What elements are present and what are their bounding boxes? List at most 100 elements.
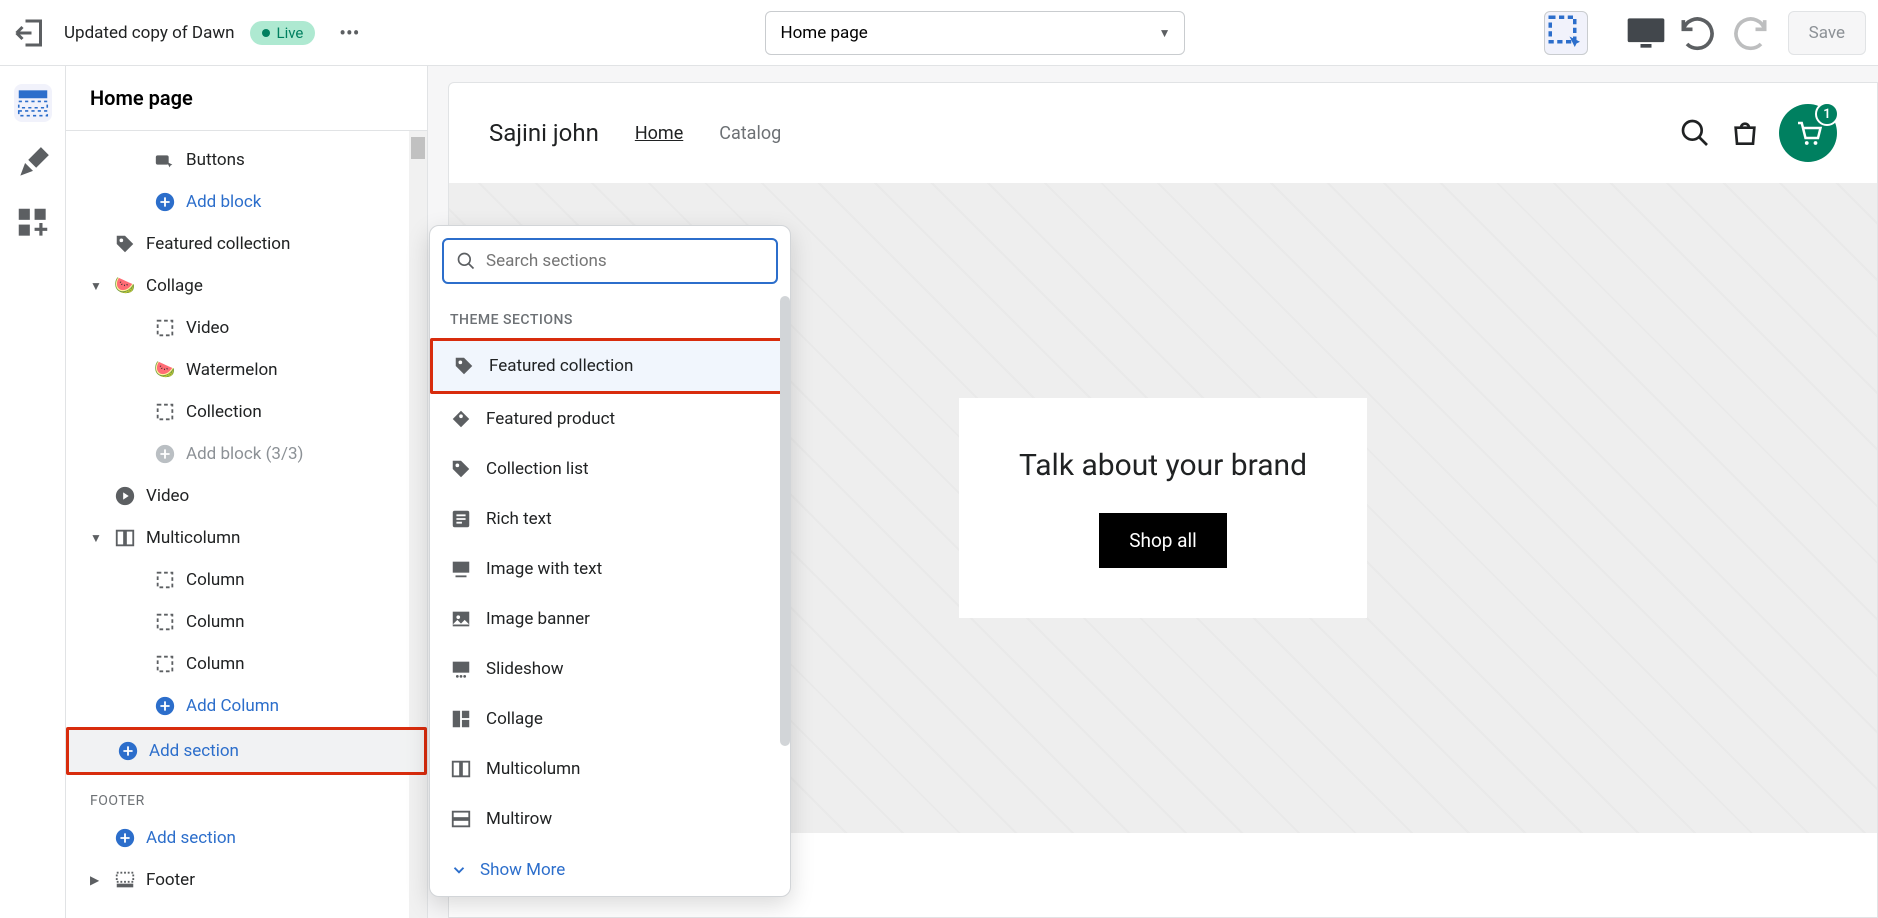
- nav-home[interactable]: Home: [635, 123, 683, 144]
- play-circle-icon: [114, 485, 136, 507]
- hero-button[interactable]: Shop all: [1099, 513, 1227, 568]
- popup-scrollbar[interactable]: [780, 296, 790, 746]
- exit-button[interactable]: [12, 15, 48, 51]
- tree-video-section[interactable]: Video: [66, 475, 427, 517]
- popup-label: Multirow: [486, 809, 552, 829]
- popup-multirow[interactable]: Multirow: [430, 794, 790, 844]
- popup-label: Image with text: [486, 559, 602, 579]
- frame-icon: [154, 317, 176, 339]
- chevron-down-icon: ▼: [1159, 26, 1171, 40]
- tree-column-3[interactable]: Column: [66, 643, 427, 685]
- popup-image-with-text[interactable]: Image with text: [430, 544, 790, 594]
- tree-label: Add block (3/3): [186, 444, 303, 464]
- chevron-right-icon[interactable]: ▶: [90, 873, 99, 887]
- image-icon: [450, 608, 472, 630]
- popup-image-banner[interactable]: Image banner: [430, 594, 790, 644]
- desktop-view-button[interactable]: [1624, 11, 1668, 55]
- tree-footer[interactable]: ▶ Footer: [66, 859, 427, 901]
- tree-watermelon[interactable]: 🍉 Watermelon: [66, 349, 427, 391]
- search-input[interactable]: [486, 251, 764, 271]
- page-select[interactable]: Home page ▼: [765, 11, 1185, 55]
- tree-label: Collection: [186, 402, 262, 422]
- tag-icon: [450, 458, 472, 480]
- tree-add-section[interactable]: Add section: [66, 727, 427, 775]
- rows-icon: [450, 808, 472, 830]
- popup-label: Collection list: [486, 459, 589, 479]
- tree-label: Video: [186, 318, 229, 338]
- store-header: Sajini john Home Catalog 1: [449, 83, 1877, 183]
- page-select-label: Home page: [780, 23, 867, 43]
- nav-catalog[interactable]: Catalog: [719, 123, 781, 144]
- price-tag-icon: [450, 408, 472, 430]
- image-text-icon: [450, 558, 472, 580]
- popup-label: Rich text: [486, 509, 552, 529]
- tree-featured-collection[interactable]: Featured collection: [66, 223, 427, 265]
- undo-button[interactable]: [1676, 11, 1720, 55]
- tree-label: Add Column: [186, 696, 279, 716]
- popup-rich-text[interactable]: Rich text: [430, 494, 790, 544]
- paintbrush-icon: [14, 144, 52, 182]
- chevron-down-icon[interactable]: ▼: [90, 279, 102, 293]
- tree-collage[interactable]: ▼ 🍉 Collage: [66, 265, 427, 307]
- tree-label: Column: [186, 612, 245, 632]
- cart-badge: 1: [1815, 102, 1839, 126]
- tag-icon: [114, 233, 136, 255]
- popup-heading: THEME SECTIONS: [430, 296, 790, 338]
- tree-footer-add-section[interactable]: Add section: [66, 817, 427, 859]
- inspector-button[interactable]: [1544, 11, 1588, 55]
- frame-icon: [154, 569, 176, 591]
- search-box[interactable]: [442, 238, 778, 284]
- exit-icon: [12, 15, 48, 51]
- section-tree: Buttons Add block Featured collection ▼ …: [66, 131, 427, 918]
- tree-column-2[interactable]: Column: [66, 601, 427, 643]
- redo-icon: [1728, 11, 1772, 55]
- popup-collection-list[interactable]: Collection list: [430, 444, 790, 494]
- popup-label: Multicolumn: [486, 759, 580, 779]
- hero-card: Talk about your brand Shop all: [959, 398, 1367, 618]
- plus-circle-icon: [154, 191, 176, 213]
- tree-add-block[interactable]: Add block: [66, 181, 427, 223]
- popup-collage[interactable]: Collage: [430, 694, 790, 744]
- tree-collection-block[interactable]: Collection: [66, 391, 427, 433]
- search-button[interactable]: [1679, 117, 1711, 149]
- show-more-button[interactable]: Show More: [430, 844, 790, 896]
- rail-sections-button[interactable]: [14, 84, 52, 122]
- buttons-icon: [154, 149, 176, 171]
- popup-featured-product[interactable]: Featured product: [430, 394, 790, 444]
- tree-buttons[interactable]: Buttons: [66, 139, 427, 181]
- inspector-icon: [1545, 12, 1587, 54]
- redo-button[interactable]: [1728, 11, 1772, 55]
- footer-icon: [114, 869, 136, 891]
- tree-label: Featured collection: [146, 234, 290, 254]
- chevron-down-icon[interactable]: ▼: [90, 531, 102, 545]
- popup-label: Featured product: [486, 409, 615, 429]
- frame-icon: [154, 653, 176, 675]
- footer-heading: FOOTER: [66, 775, 427, 817]
- popup-multicolumn[interactable]: Multicolumn: [430, 744, 790, 794]
- rail-theme-button[interactable]: [14, 144, 52, 182]
- more-icon: •••: [339, 21, 359, 45]
- sidebar-title: Home page: [66, 66, 427, 131]
- frame-icon: [154, 401, 176, 423]
- desktop-icon: [1624, 11, 1668, 55]
- plus-circle-icon: [117, 740, 139, 762]
- tree-add-column[interactable]: Add Column: [66, 685, 427, 727]
- bag-button[interactable]: [1729, 117, 1761, 149]
- tree-label: Add section: [146, 828, 236, 848]
- rail-apps-button[interactable]: [14, 204, 52, 242]
- cart-button[interactable]: 1: [1779, 104, 1837, 162]
- add-section-popup: THEME SECTIONS Featured collection Featu…: [429, 225, 791, 897]
- more-button[interactable]: •••: [331, 15, 367, 51]
- live-badge: Live: [250, 21, 315, 45]
- tree-video-block[interactable]: Video: [66, 307, 427, 349]
- tree-label: Watermelon: [186, 360, 278, 380]
- tag-icon: [453, 355, 475, 377]
- popup-slideshow[interactable]: Slideshow: [430, 644, 790, 694]
- save-button[interactable]: Save: [1788, 11, 1866, 55]
- frame-icon: [154, 611, 176, 633]
- tree-column-1[interactable]: Column: [66, 559, 427, 601]
- tree-label: Footer: [146, 870, 195, 890]
- show-more-label: Show More: [480, 860, 565, 880]
- popup-featured-collection[interactable]: Featured collection: [430, 338, 790, 394]
- tree-multicolumn[interactable]: ▼ Multicolumn: [66, 517, 427, 559]
